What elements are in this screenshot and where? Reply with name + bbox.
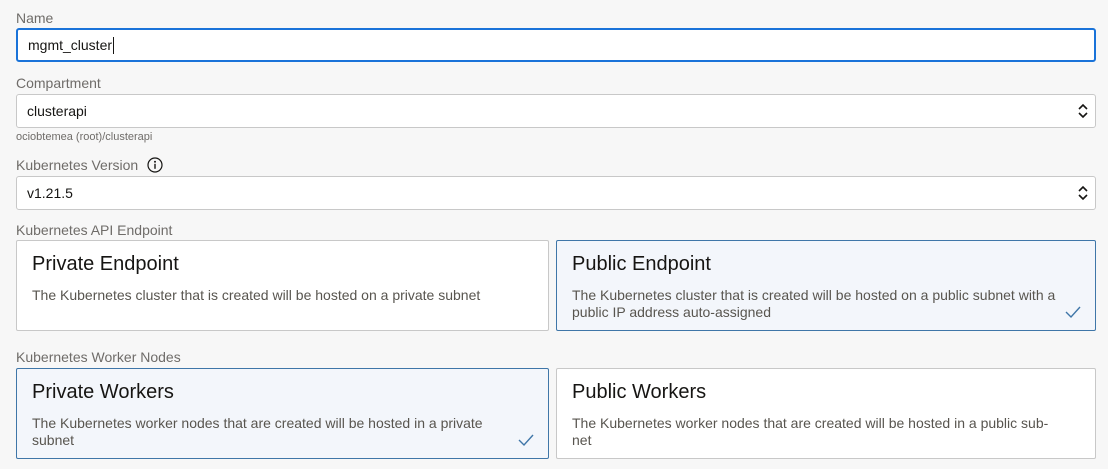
private-workers-card[interactable]: Private Workers The Kubernetes worker no… <box>16 368 549 459</box>
api-endpoint-label: Kubernetes API Endpoint <box>16 222 173 238</box>
name-label: Name <box>16 10 54 26</box>
text-caret <box>113 36 115 54</box>
card-title: Private Workers <box>32 381 174 403</box>
compartment-select-value: clusterapi <box>27 103 87 119</box>
compartment-label: Compartment <box>16 75 101 91</box>
card-title: Private Endpoint <box>32 253 179 275</box>
checkmark-icon <box>518 434 534 447</box>
info-icon[interactable] <box>147 157 163 173</box>
card-description: The Kubernetes cluster that is created w… <box>32 287 481 303</box>
compartment-path-hint: ociobtemea (root)/clusterapi <box>16 131 153 143</box>
chevron-updown-icon <box>1078 103 1088 119</box>
chevron-updown-icon <box>1078 185 1088 201</box>
private-endpoint-card[interactable]: Private Endpoint The Kubernetes cluster … <box>16 240 549 331</box>
name-input[interactable]: mgmt_cluster <box>16 28 1096 62</box>
name-input-value: mgmt_cluster <box>28 37 113 53</box>
card-description: The Kubernetes worker nodes that are cre… <box>32 415 483 448</box>
public-workers-card[interactable]: Public Workers The Kubernetes worker nod… <box>556 368 1096 459</box>
kubernetes-version-value: v1.21.5 <box>27 185 73 201</box>
compartment-select[interactable]: clusterapi <box>16 94 1096 128</box>
public-endpoint-card[interactable]: Public Endpoint The Kubernetes cluster t… <box>556 240 1096 331</box>
card-title: Public Workers <box>572 381 707 403</box>
checkmark-icon <box>1065 306 1081 319</box>
card-description: The Kubernetes worker nodes that are cre… <box>572 415 1049 448</box>
worker-nodes-label: Kubernetes Worker Nodes <box>16 349 181 365</box>
card-title: Public Endpoint <box>572 253 711 275</box>
kubernetes-version-label: Kubernetes Version <box>16 157 139 173</box>
card-description: The Kubernetes cluster that is created w… <box>572 287 1056 320</box>
kubernetes-version-select[interactable]: v1.21.5 <box>16 176 1096 210</box>
